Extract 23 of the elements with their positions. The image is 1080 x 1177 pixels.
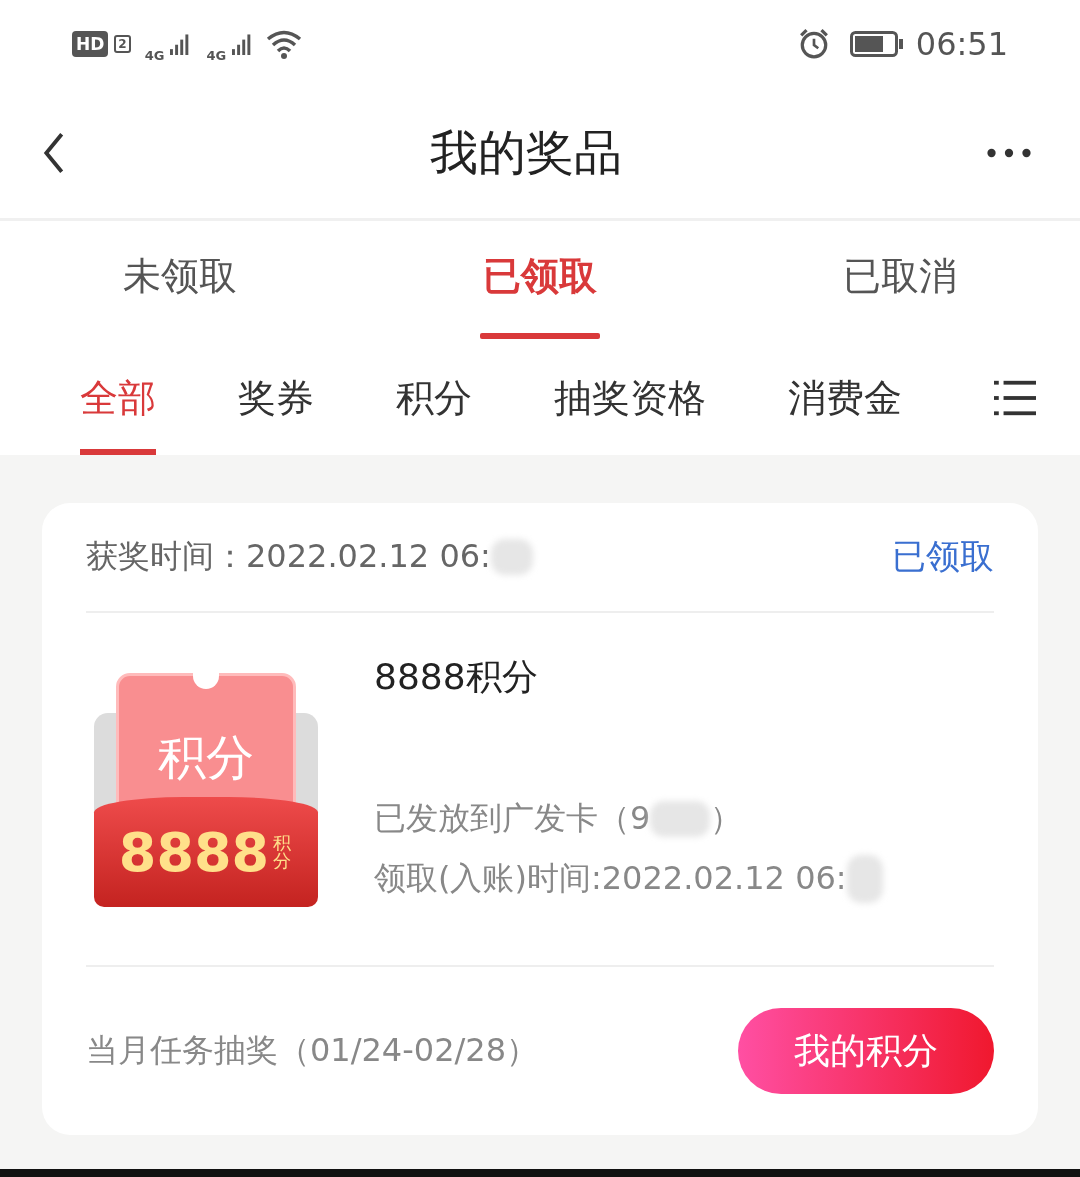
network-label: 4G bbox=[144, 47, 165, 63]
clock-time: 06:51 bbox=[915, 25, 1008, 63]
list-icon[interactable] bbox=[994, 379, 1036, 417]
back-icon[interactable] bbox=[42, 131, 66, 175]
issued-text-end: ） bbox=[710, 798, 743, 839]
more-icon[interactable] bbox=[986, 147, 1032, 159]
prize-name: 8888积分 bbox=[374, 655, 539, 699]
lottery-source: 当月任务抽奖（01/24-02/28） bbox=[86, 1030, 538, 1071]
blur-mark bbox=[490, 539, 533, 575]
network-label: 4G bbox=[206, 47, 227, 63]
award-time: 获奖时间：2022.02.12 06: bbox=[86, 536, 491, 577]
battery-icon bbox=[849, 31, 904, 57]
wifi-icon bbox=[266, 29, 303, 59]
sim-label: 2 bbox=[114, 35, 131, 53]
page-title: 我的奖品 bbox=[430, 123, 622, 182]
my-points-button[interactable]: 我的积分 bbox=[738, 1008, 994, 1094]
claim-status: 已领取 bbox=[892, 535, 994, 578]
alarm-icon bbox=[797, 28, 830, 60]
claim-time: 领取(入账)时间:2022.02.12 06: bbox=[374, 858, 847, 899]
blur-mark bbox=[846, 855, 883, 903]
issued-text: 已发放到广发卡（9 bbox=[374, 798, 651, 839]
blur-mark bbox=[650, 801, 711, 837]
hd-badge: HD bbox=[72, 31, 109, 57]
